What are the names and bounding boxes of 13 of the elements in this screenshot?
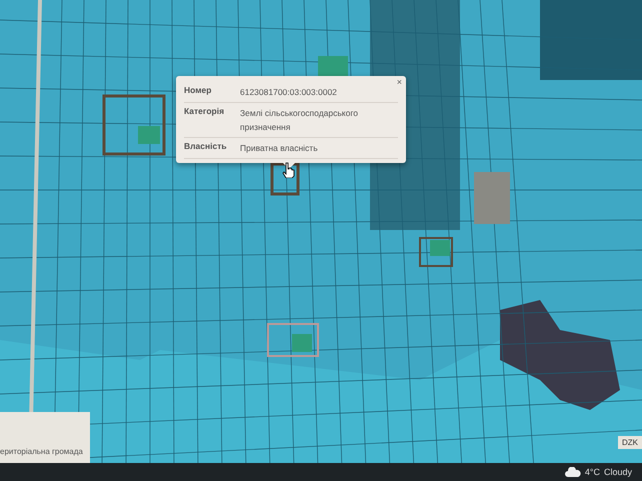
weather-text: Cloudy xyxy=(604,467,632,477)
field-label: Категорія xyxy=(184,106,226,118)
hand-cursor-icon xyxy=(282,162,296,178)
close-button[interactable]: × xyxy=(396,77,402,87)
cloud-icon xyxy=(564,467,581,477)
community-text: ериторіальна громада xyxy=(0,447,83,456)
field-value: Землі сільськогосподарського призначення xyxy=(240,107,359,134)
temperature-text: 4°C xyxy=(584,467,600,477)
field-value: 6123081700:03:003:0002 xyxy=(240,86,338,99)
field-label: Власність xyxy=(184,141,228,153)
map-label: DZK xyxy=(618,436,642,449)
field-value: Приватна власність xyxy=(240,142,319,155)
field-label: Номер xyxy=(184,85,212,97)
